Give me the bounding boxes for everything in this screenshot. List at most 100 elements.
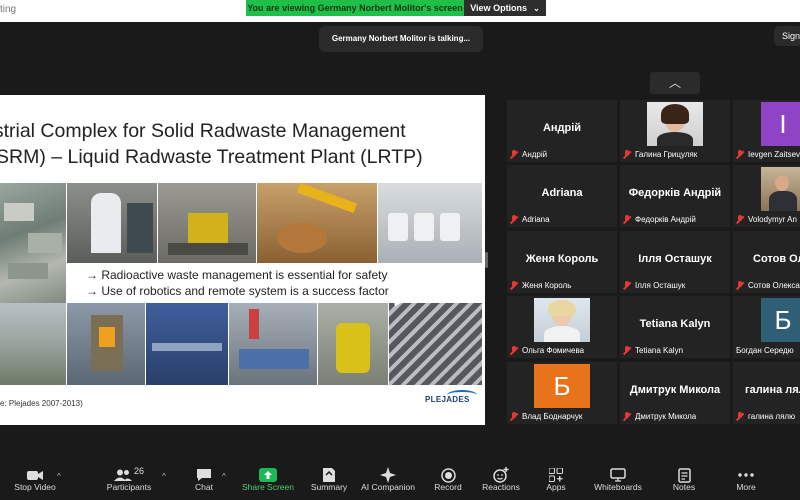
- stop-video-label: Stop Video: [14, 482, 56, 492]
- participant-name-label: Сотов Олекса: [736, 280, 800, 291]
- participant-name-label: Volodymyr An: [736, 214, 797, 225]
- gallery-scroll-up-button[interactable]: ︿: [650, 72, 700, 94]
- avatar: Б: [761, 298, 800, 342]
- whiteboards-button[interactable]: Whiteboards: [590, 460, 646, 500]
- participant-display-name: Tetiana Kalyn: [639, 318, 711, 330]
- participant-tile[interactable]: Женя Король Женя Король: [507, 231, 617, 293]
- share-screen-icon: [259, 468, 277, 482]
- participant-tile[interactable]: Б Богдан Середю: [733, 296, 800, 358]
- slide-bullet-box: → Radioactive waste management is essent…: [66, 263, 482, 303]
- reactions-label: Reactions: [482, 482, 520, 492]
- apps-button[interactable]: Apps: [538, 460, 574, 500]
- participant-tile[interactable]: Андрій Андрій: [507, 100, 617, 162]
- participant-tile[interactable]: Volodymyr An: [733, 165, 800, 227]
- slide-title-line-2: SRM) – Liquid Radwaste Treatment Plant (…: [0, 146, 423, 168]
- participant-tile[interactable]: Tetiana Kalyn Tetiana Kalyn: [620, 296, 730, 358]
- reactions-button[interactable]: Reactions: [480, 460, 522, 500]
- more-dots-icon: [738, 473, 754, 477]
- slide-photo-arm: [257, 183, 377, 263]
- chevron-up-icon: ︿: [668, 76, 681, 90]
- share-screen-label: Share Screen: [242, 482, 294, 492]
- participant-tile[interactable]: I Ievgen Zaitsev: [733, 100, 800, 162]
- participant-display-name: Adriana: [541, 187, 583, 199]
- participant-name: Галина Грицуляк: [635, 150, 698, 159]
- chat-label: Chat: [195, 482, 213, 492]
- sharing-status-text: You are viewing Germany Norbert Molitor'…: [246, 0, 464, 16]
- summary-icon: [323, 468, 335, 482]
- video-camera-icon: [27, 470, 43, 480]
- mic-muted-icon: [736, 215, 744, 224]
- participants-button[interactable]: 26 Participants ^: [104, 460, 166, 500]
- mic-muted-icon: [510, 412, 518, 421]
- participant-name-label: Женя Король: [510, 280, 571, 291]
- active-speaker-indicator: Germany Norbert Molitor is talking...: [319, 26, 483, 52]
- participant-name-label: Андрій: [510, 149, 547, 160]
- mic-muted-icon: [736, 281, 744, 290]
- mic-muted-icon: [510, 346, 518, 355]
- slide-photo-furnace: [67, 303, 145, 385]
- slide-photo-drum-array: [389, 303, 482, 385]
- participant-name: Ievgen Zaitsev: [748, 150, 800, 159]
- participant-display-name: галина ляля: [745, 384, 800, 396]
- participant-name: Tetiana Kalyn: [635, 346, 684, 355]
- participant-display-name: Дмитрук Микола: [629, 384, 721, 396]
- chat-bubble-icon: [197, 469, 211, 481]
- participant-name: Богдан Середю: [736, 346, 794, 355]
- participant-name: Дмитрук Микола: [635, 412, 697, 421]
- participant-name-label: галина лялю: [736, 411, 795, 422]
- sign-button[interactable]: Sign: [774, 26, 800, 46]
- record-button[interactable]: Record: [428, 460, 468, 500]
- avatar-initial: Б: [774, 305, 792, 335]
- chat-button[interactable]: Chat ^: [184, 460, 226, 500]
- mic-muted-icon: [623, 150, 631, 159]
- participant-display-name: Сотов Олекс: [753, 253, 800, 265]
- participant-name-label: Tetiana Kalyn: [623, 345, 683, 356]
- participant-name: Женя Король: [522, 281, 572, 290]
- avatar-initial: Б: [553, 371, 571, 401]
- sparkle-icon: [380, 467, 396, 483]
- whiteboard-icon: [610, 468, 626, 482]
- stop-video-button[interactable]: Stop Video ^: [10, 460, 61, 500]
- participant-tile[interactable]: Сотов Олекс Сотов Олекса: [733, 231, 800, 293]
- participant-name: Федорків Андрій: [635, 215, 696, 224]
- slide-bullet-text: Use of robotics and remote system is a s…: [101, 284, 389, 298]
- participant-tile[interactable]: Галина Грицуляк: [620, 100, 730, 162]
- participants-icon: [113, 469, 132, 481]
- participant-tile[interactable]: Федорків Андрій Федорків Андрій: [620, 165, 730, 227]
- chevron-up-icon[interactable]: ^: [162, 472, 166, 481]
- participant-display-name: Ілля Осташук: [638, 253, 712, 265]
- participant-name: Adriana: [522, 215, 550, 224]
- view-options-label: View Options: [470, 3, 528, 13]
- notes-button[interactable]: Notes: [664, 460, 704, 500]
- chevron-up-icon[interactable]: ^: [57, 472, 61, 481]
- share-screen-button[interactable]: Share Screen: [242, 460, 294, 500]
- chevron-down-icon: ⌄: [533, 4, 540, 13]
- participant-tile[interactable]: галина ляля галина лялю: [733, 362, 800, 424]
- split-view-drag-handle[interactable]: [485, 252, 488, 268]
- more-button[interactable]: More: [728, 460, 764, 500]
- participant-name: Влад Боднарчук: [522, 412, 583, 421]
- view-options-button[interactable]: View Options ⌄: [464, 0, 546, 16]
- slide-photo-landscape: [0, 303, 66, 385]
- participant-display-name: Федорків Андрій: [628, 187, 722, 199]
- slide-bullet-2: → Use of robotics and remote system is a…: [86, 283, 482, 299]
- plejades-logo: PLEJADES: [425, 390, 481, 409]
- slide-photo-rollers: [229, 303, 317, 385]
- participant-tile[interactable]: Б Влад Боднарчук: [507, 362, 617, 424]
- participant-display-name: Андрій: [542, 122, 582, 134]
- participant-tile[interactable]: Дмитрук Микола Дмитрук Микола: [620, 362, 730, 424]
- participant-tile[interactable]: Ольга Фомичева: [507, 296, 617, 358]
- participant-tile[interactable]: Ілля Осташук Ілля Осташук: [620, 231, 730, 293]
- video-feed: [761, 167, 800, 211]
- notes-label: Notes: [672, 482, 696, 492]
- avatar: Б: [534, 364, 590, 408]
- summary-button[interactable]: Summary: [306, 460, 352, 500]
- window-top-bar: ting You are viewing Germany Norbert Mol…: [0, 0, 800, 22]
- ai-companion-button[interactable]: AI Companion: [360, 460, 416, 500]
- chevron-up-icon[interactable]: ^: [222, 472, 226, 481]
- participant-tile[interactable]: Adriana Adriana: [507, 165, 617, 227]
- avatar: I: [761, 102, 800, 146]
- participant-name-label: Галина Грицуляк: [623, 149, 697, 160]
- record-icon: [440, 467, 456, 483]
- screen-share-banner: You are viewing Germany Norbert Molitor'…: [246, 0, 546, 16]
